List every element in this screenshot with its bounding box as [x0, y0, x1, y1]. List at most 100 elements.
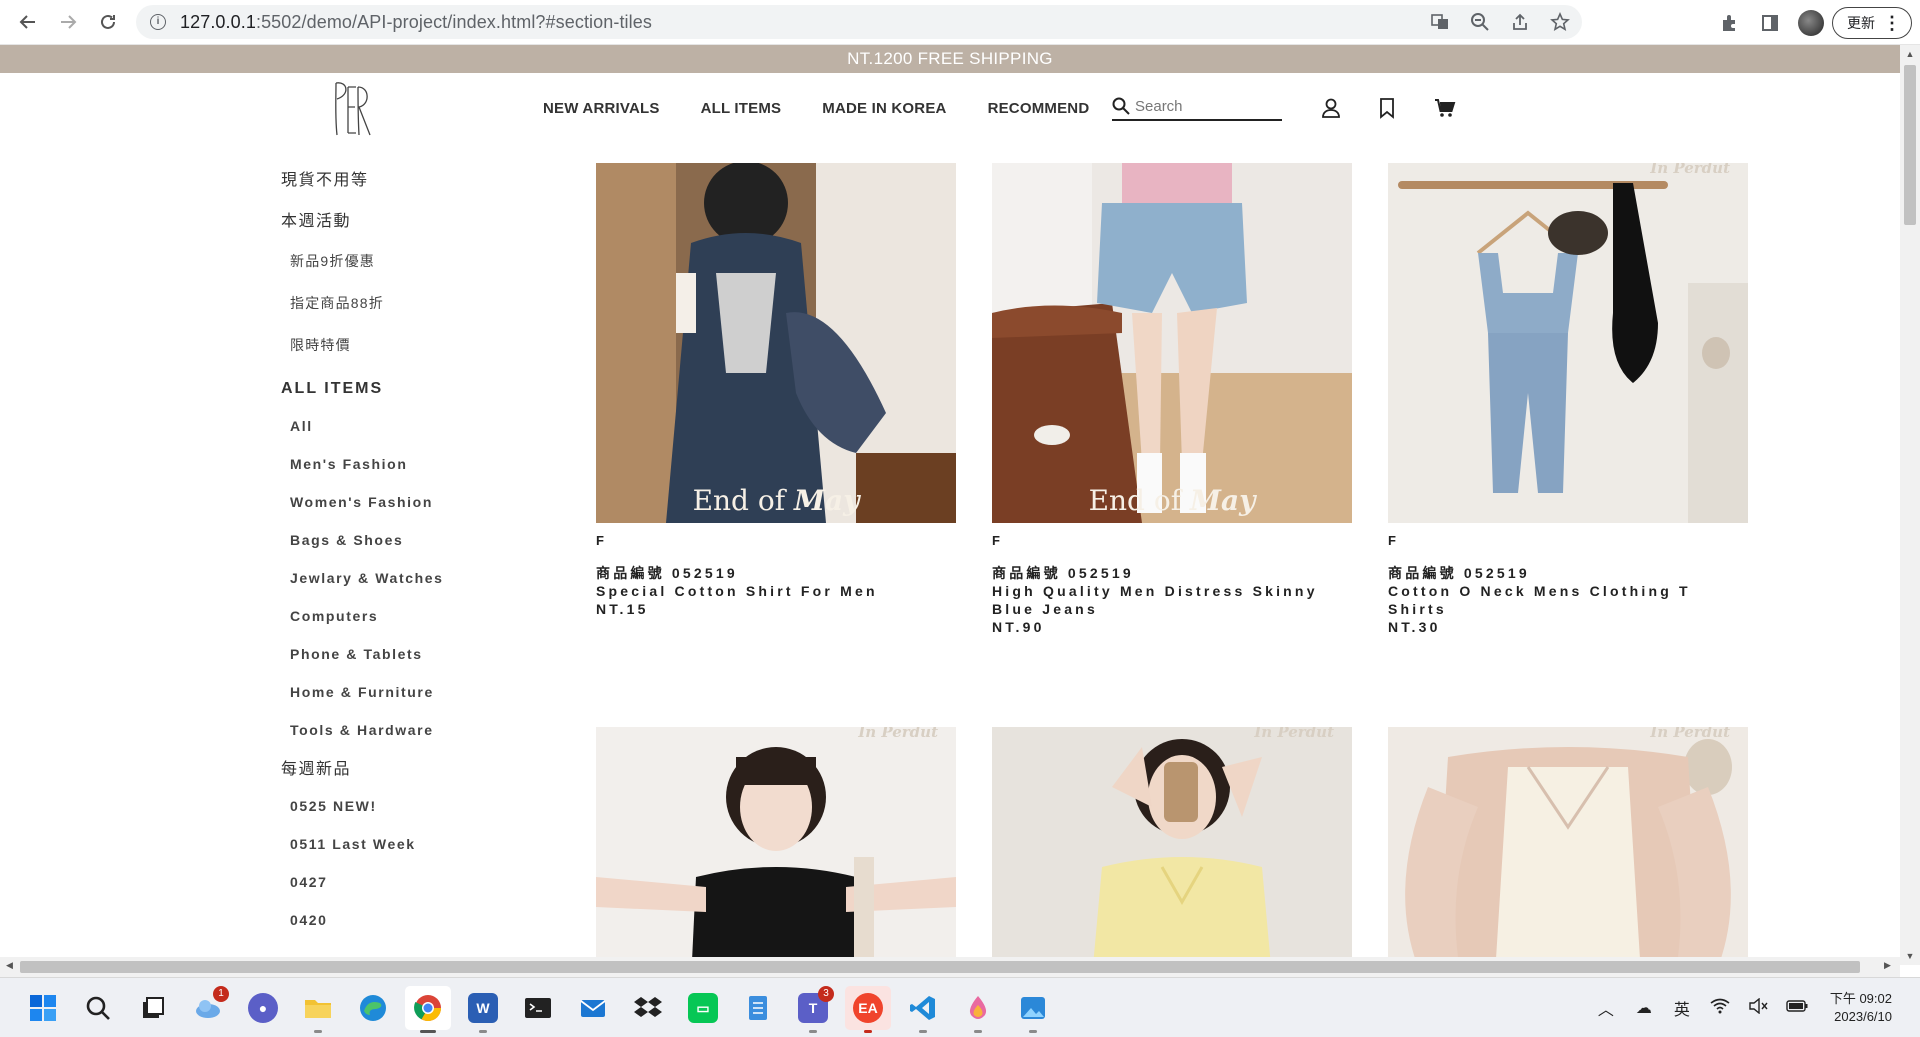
puzzle-icon — [1723, 14, 1735, 31]
ime-indicator[interactable]: 英 — [1672, 996, 1692, 1020]
product-image[interactable]: In Perdut — [1388, 163, 1748, 523]
wishlist-button[interactable] — [1376, 97, 1398, 119]
product-name[interactable]: Cotton O Neck Mens Clothing T Shirts — [1388, 582, 1748, 618]
zoom-icon[interactable] — [1470, 12, 1490, 32]
task-view-button[interactable] — [130, 986, 176, 1030]
address-bar[interactable]: i 127.0.0.1:5502/demo/API-project/index.… — [136, 5, 1582, 39]
sidebar-item-computers[interactable]: Computers — [281, 606, 481, 644]
product-name[interactable]: High Quality Men Distress Skinny Blue Je… — [992, 582, 1352, 618]
forward-button[interactable] — [48, 2, 88, 42]
reload-button[interactable] — [88, 2, 128, 42]
back-button[interactable] — [8, 2, 48, 42]
search-icon[interactable] — [1112, 97, 1130, 115]
horizontal-scroll-thumb[interactable] — [20, 961, 1860, 973]
reload-icon — [101, 14, 115, 29]
sidebar-item-0525[interactable]: 0525 NEW! — [281, 796, 481, 834]
taskbar-terminal[interactable] — [515, 986, 561, 1030]
sidebar-item-new-discount[interactable]: 新品9折優惠 — [281, 251, 481, 293]
taskbar-word[interactable]: W — [460, 986, 506, 1033]
scroll-down-icon[interactable]: ▼ — [1900, 951, 1920, 961]
product-image[interactable]: In Perdut — [1388, 727, 1748, 965]
system-clock[interactable]: 下午 09:02 2023/6/10 — [1830, 990, 1892, 1026]
product-image[interactable]: End of May — [992, 163, 1352, 523]
nav-all-items[interactable]: ALL ITEMS — [701, 100, 782, 117]
search-input[interactable] — [1135, 97, 1275, 115]
sidebar-item-bags-shoes[interactable]: Bags & Shoes — [281, 530, 481, 568]
nav-made-in-korea[interactable]: MADE IN KOREA — [822, 100, 946, 117]
taskbar-chat[interactable]: ● — [240, 986, 286, 1030]
search-button[interactable] — [75, 986, 121, 1030]
taskbar-photos[interactable] — [1010, 986, 1056, 1033]
brand-logo[interactable] — [328, 77, 376, 139]
share-icon[interactable] — [1510, 12, 1530, 32]
sidebar-item-phone-tablets[interactable]: Phone & Tablets — [281, 644, 481, 682]
sidebar-item-home-furniture[interactable]: Home & Furniture — [281, 682, 481, 720]
taskbar-vscode[interactable] — [900, 986, 946, 1033]
sidebar-item-mens-fashion[interactable]: Men's Fashion — [281, 454, 481, 492]
product-image[interactable]: End of May — [596, 163, 956, 523]
sidebar-item-0511[interactable]: 0511 Last Week — [281, 834, 481, 872]
sidebar-item-0420[interactable]: 0420 — [281, 910, 481, 948]
scroll-left-icon[interactable]: ◀ — [6, 960, 13, 971]
product-card[interactable]: In Perdut — [1388, 727, 1748, 965]
product-card[interactable]: End of May F 商品編號 052519 Special Cotton … — [596, 163, 956, 618]
sidebar-item-selected-discount[interactable]: 指定商品88折 — [281, 293, 481, 335]
start-button[interactable] — [20, 986, 66, 1030]
product-card[interactable]: In Perdut — [992, 727, 1352, 965]
onedrive-icon[interactable]: ☁ — [1634, 998, 1654, 1018]
cart-button[interactable] — [1434, 97, 1456, 119]
sidebar-item-womens-fashion[interactable]: Women's Fashion — [281, 492, 481, 530]
category-all-items[interactable]: ALL ITEMS — [281, 377, 481, 416]
product-image[interactable]: In Perdut — [992, 727, 1352, 965]
taskbar-chrome[interactable] — [405, 986, 451, 1033]
sidebar-item-jewelry-watches[interactable]: Jewlary & Watches — [281, 568, 481, 606]
taskbar-ea[interactable]: EA — [845, 986, 891, 1033]
taskbar-line[interactable]: ▭ — [680, 986, 726, 1030]
site-info-icon[interactable]: i — [150, 14, 166, 30]
product-name[interactable]: Special Cotton Shirt For Men — [596, 582, 956, 600]
battery-icon[interactable] — [1786, 999, 1808, 1018]
scroll-up-icon[interactable]: ▲ — [1900, 49, 1920, 59]
category-in-stock[interactable]: 現貨不用等 — [281, 169, 481, 210]
sidebar-item-tools-hardware[interactable]: Tools & Hardware — [281, 720, 481, 758]
profile-avatar[interactable] — [1798, 9, 1824, 36]
horizontal-scrollbar[interactable]: ◀ ▶ — [0, 957, 1900, 977]
account-button[interactable] — [1320, 97, 1342, 119]
url-text[interactable]: 127.0.0.1:5502/demo/API-project/index.ht… — [180, 12, 652, 33]
product-card[interactable]: In Perdut — [596, 727, 956, 965]
product-image[interactable]: In Perdut — [596, 727, 956, 965]
wifi-icon[interactable] — [1710, 998, 1730, 1019]
sidebar-item-all[interactable]: All — [281, 416, 481, 454]
taskbar-paint[interactable] — [955, 986, 1001, 1033]
product-card[interactable]: End of May F 商品編號 052519 High Quality Me… — [992, 163, 1352, 636]
taskbar-file-explorer[interactable] — [295, 986, 341, 1033]
nav-new-arrivals[interactable]: NEW ARRIVALS — [543, 100, 660, 117]
product-card[interactable]: In Perdut F 商品編號 052519 Cotton O Neck Me… — [1388, 163, 1748, 636]
sidebar-item-0427[interactable]: 0427 — [281, 872, 481, 910]
sidebar-item-limited-sale[interactable]: 限時特價 — [281, 335, 481, 377]
scroll-right-icon[interactable]: ▶ — [1884, 960, 1891, 971]
bookmark-star-icon[interactable] — [1550, 12, 1570, 32]
taskbar-edge[interactable] — [350, 986, 396, 1030]
url-path: :5502/demo/API-project/index.html?#secti… — [255, 11, 652, 32]
running-indicator — [919, 1030, 927, 1033]
folder-icon — [305, 1000, 331, 1018]
nav-recommend[interactable]: RECOMMEND — [988, 100, 1090, 117]
taskbar-dropbox[interactable] — [625, 986, 671, 1030]
side-panel-button[interactable] — [1750, 3, 1790, 43]
taskbar-mail[interactable] — [570, 986, 616, 1030]
volume-muted-icon[interactable] — [1748, 997, 1768, 1019]
vertical-scrollbar[interactable]: ▲ ▼ — [1900, 45, 1920, 965]
category-weekly-new[interactable]: 每週新品 — [281, 758, 481, 796]
product-photo-sheer-cardigan — [1388, 727, 1748, 965]
taskbar-teams[interactable]: T 3 — [790, 986, 836, 1033]
chevron-up-icon[interactable]: ︿ — [1596, 996, 1616, 1020]
vertical-scroll-thumb[interactable] — [1904, 65, 1916, 225]
taskbar-notepad[interactable] — [735, 986, 781, 1030]
category-weekly-events[interactable]: 本週活動 — [281, 210, 481, 251]
translate-icon[interactable] — [1430, 12, 1450, 32]
paint-drop-icon — [969, 996, 987, 1019]
extensions-button[interactable] — [1710, 3, 1750, 43]
update-button[interactable]: 更新 ⋮ — [1832, 6, 1912, 39]
taskbar-weather[interactable]: 1 — [185, 986, 231, 1030]
